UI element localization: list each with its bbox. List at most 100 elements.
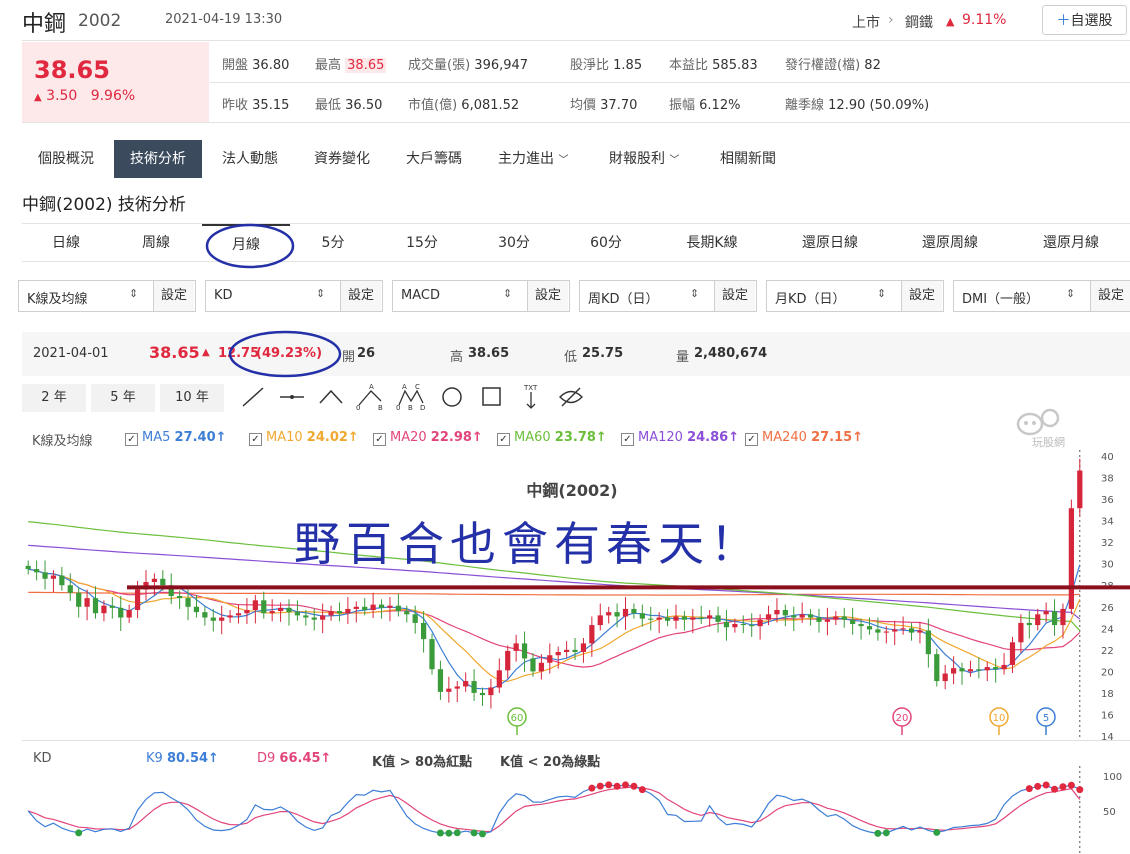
settings-button[interactable]: 設定 (527, 281, 568, 311)
ma5-toggle[interactable]: ✓ MA5 27.40↑ (125, 430, 227, 446)
candle-body (488, 687, 494, 696)
candle-body (328, 611, 334, 616)
checkbox-icon[interactable]: ✓ (373, 433, 386, 446)
checkbox-icon[interactable]: ✓ (745, 433, 758, 446)
kd-overbought-dot (622, 781, 630, 789)
kd-overbought-dot (630, 782, 638, 790)
candle-body (673, 616, 679, 621)
stat-high: 最高 38.65 (315, 58, 387, 73)
candle-body (160, 578, 166, 586)
settings-button[interactable]: 設定 (1090, 281, 1130, 311)
candle-body (976, 669, 982, 671)
tab-main-force[interactable]: 主力進出 ﹀ (482, 140, 584, 178)
tab-financials[interactable]: 財報股利 ﹀ (593, 140, 695, 178)
period-5min[interactable]: 5分 (290, 224, 376, 262)
settings-button[interactable]: 設定 (714, 281, 755, 311)
tab-news[interactable]: 相關新聞 (704, 140, 792, 178)
checkbox-icon[interactable]: ✓ (125, 433, 138, 446)
period-15min[interactable]: 15分 (376, 224, 468, 262)
circle-tool-icon[interactable] (437, 383, 467, 411)
candle-body (807, 614, 814, 618)
checkbox-icon[interactable]: ✓ (249, 433, 262, 446)
d9-legend: D9 66.45↑ (257, 751, 332, 766)
candle-body (50, 575, 57, 579)
period-weekly[interactable]: 周線 (110, 224, 202, 262)
y-tick-label: 20 (1101, 667, 1114, 678)
indicator-select-kd[interactable]: KD ⇕ 設定 (205, 280, 383, 312)
add-watchlist-button[interactable]: ＋自選股 (1042, 5, 1127, 35)
checkbox-icon[interactable]: ✓ (621, 433, 634, 446)
svg-text:B: B (378, 404, 383, 411)
candle-body (286, 607, 292, 613)
candle-body (261, 600, 267, 614)
tab-major-holders[interactable]: 大戶籌碼 (390, 140, 478, 178)
tab-margin[interactable]: 資券變化 (298, 140, 386, 178)
angle-tool-icon[interactable] (316, 383, 346, 411)
period-adjusted-monthly[interactable]: 還原月線 (1012, 224, 1130, 262)
indicator-select-macd[interactable]: MACD ⇕ 設定 (392, 280, 570, 312)
tab-technical[interactable]: 技術分析 (114, 140, 202, 178)
ma60-toggle[interactable]: ✓ MA60 23.78↑ (497, 430, 607, 446)
market-link[interactable]: 上市 (852, 12, 880, 32)
sort-arrows-icon: ⇕ (129, 287, 139, 300)
candle-body (1068, 508, 1074, 609)
text-tool-icon[interactable]: TXT (516, 383, 546, 411)
page-title: 中鋼(2002) 技術分析 (22, 195, 186, 215)
tab-institutional[interactable]: 法人動態 (206, 140, 294, 178)
kd-oversold-dot (874, 829, 882, 837)
candle-body (530, 658, 536, 672)
candlestick-chart[interactable]: 4038363432302826242220181614中鋼(2002)野百合也… (22, 450, 1130, 740)
ma120-toggle[interactable]: ✓ MA120 24.86↑ (621, 430, 739, 446)
period-60min[interactable]: 60分 (560, 224, 652, 262)
rectangle-tool-icon[interactable] (476, 383, 506, 411)
candle-body (134, 589, 141, 610)
period-long-k[interactable]: 長期K線 (652, 224, 772, 262)
up-triangle-icon: ▲ (946, 15, 955, 28)
period-adjusted-weekly[interactable]: 還原周線 (888, 224, 1012, 262)
ma10-toggle[interactable]: ✓ MA10 24.02↑ (249, 430, 359, 446)
kd-oversold-dot (882, 829, 890, 837)
checkbox-icon[interactable]: ✓ (497, 433, 510, 446)
candle-body (967, 669, 974, 672)
period-daily[interactable]: 日線 (22, 224, 110, 262)
abcd-pattern-tool-icon[interactable]: A C 0 B D (396, 383, 426, 411)
ma240-toggle[interactable]: ✓ MA240 27.15↑ (745, 430, 863, 446)
indicator-select-k[interactable]: K線及均線 ⇕ 設定 (18, 280, 196, 312)
candle-body (126, 610, 132, 618)
svg-text:A: A (402, 383, 407, 391)
candle-body (858, 624, 864, 627)
period-adjusted-daily[interactable]: 還原日線 (772, 224, 888, 262)
divider (22, 261, 1130, 262)
chevron-down-icon: ﹀ (558, 155, 569, 166)
settings-button[interactable]: 設定 (901, 281, 942, 311)
horizontal-line-tool-icon[interactable] (277, 383, 307, 411)
indicator-select-dmi[interactable]: DMI（一般） ⇕ 設定 (953, 280, 1130, 312)
hide-drawings-icon[interactable] (556, 383, 586, 411)
range-2y-button[interactable]: 2 年 (22, 384, 86, 412)
candle-body (1051, 611, 1058, 626)
sort-arrows-icon: ⇕ (877, 287, 887, 300)
settings-button[interactable]: 設定 (153, 281, 194, 311)
stat-pb: 股淨比 1.85 (570, 58, 643, 73)
candle-body (606, 612, 612, 616)
candle-body (555, 652, 561, 656)
range-5y-button[interactable]: 5 年 (91, 384, 155, 412)
industry-link[interactable]: 鋼鐵 (905, 12, 933, 32)
period-30min[interactable]: 30分 (468, 224, 560, 262)
settings-button[interactable]: 設定 (340, 281, 381, 311)
chevron-down-icon: ﹀ (669, 155, 680, 166)
svg-text:A: A (369, 383, 374, 391)
indicator-select-monthly-kd[interactable]: 月KD（日） ⇕ 設定 (766, 280, 944, 312)
abc-pattern-tool-icon[interactable]: A 0 B (355, 383, 385, 411)
range-10y-button[interactable]: 10 年 (160, 384, 224, 412)
svg-text:0: 0 (396, 404, 400, 411)
tab-overview[interactable]: 個股概況 (22, 140, 110, 178)
indicator-select-weekly-kd[interactable]: 周KD（日） ⇕ 設定 (579, 280, 757, 312)
kd-oversold-dot (445, 829, 453, 837)
ma20-toggle[interactable]: ✓ MA20 22.98↑ (373, 430, 483, 446)
y-tick-label: 38 (1101, 474, 1114, 485)
kd-title: KD (33, 751, 52, 766)
stat-market-cap: 市值(億) 6,081.52 (408, 98, 520, 113)
line-tool-icon[interactable] (238, 383, 268, 411)
kd-chart[interactable]: 100 50 (22, 766, 1130, 854)
